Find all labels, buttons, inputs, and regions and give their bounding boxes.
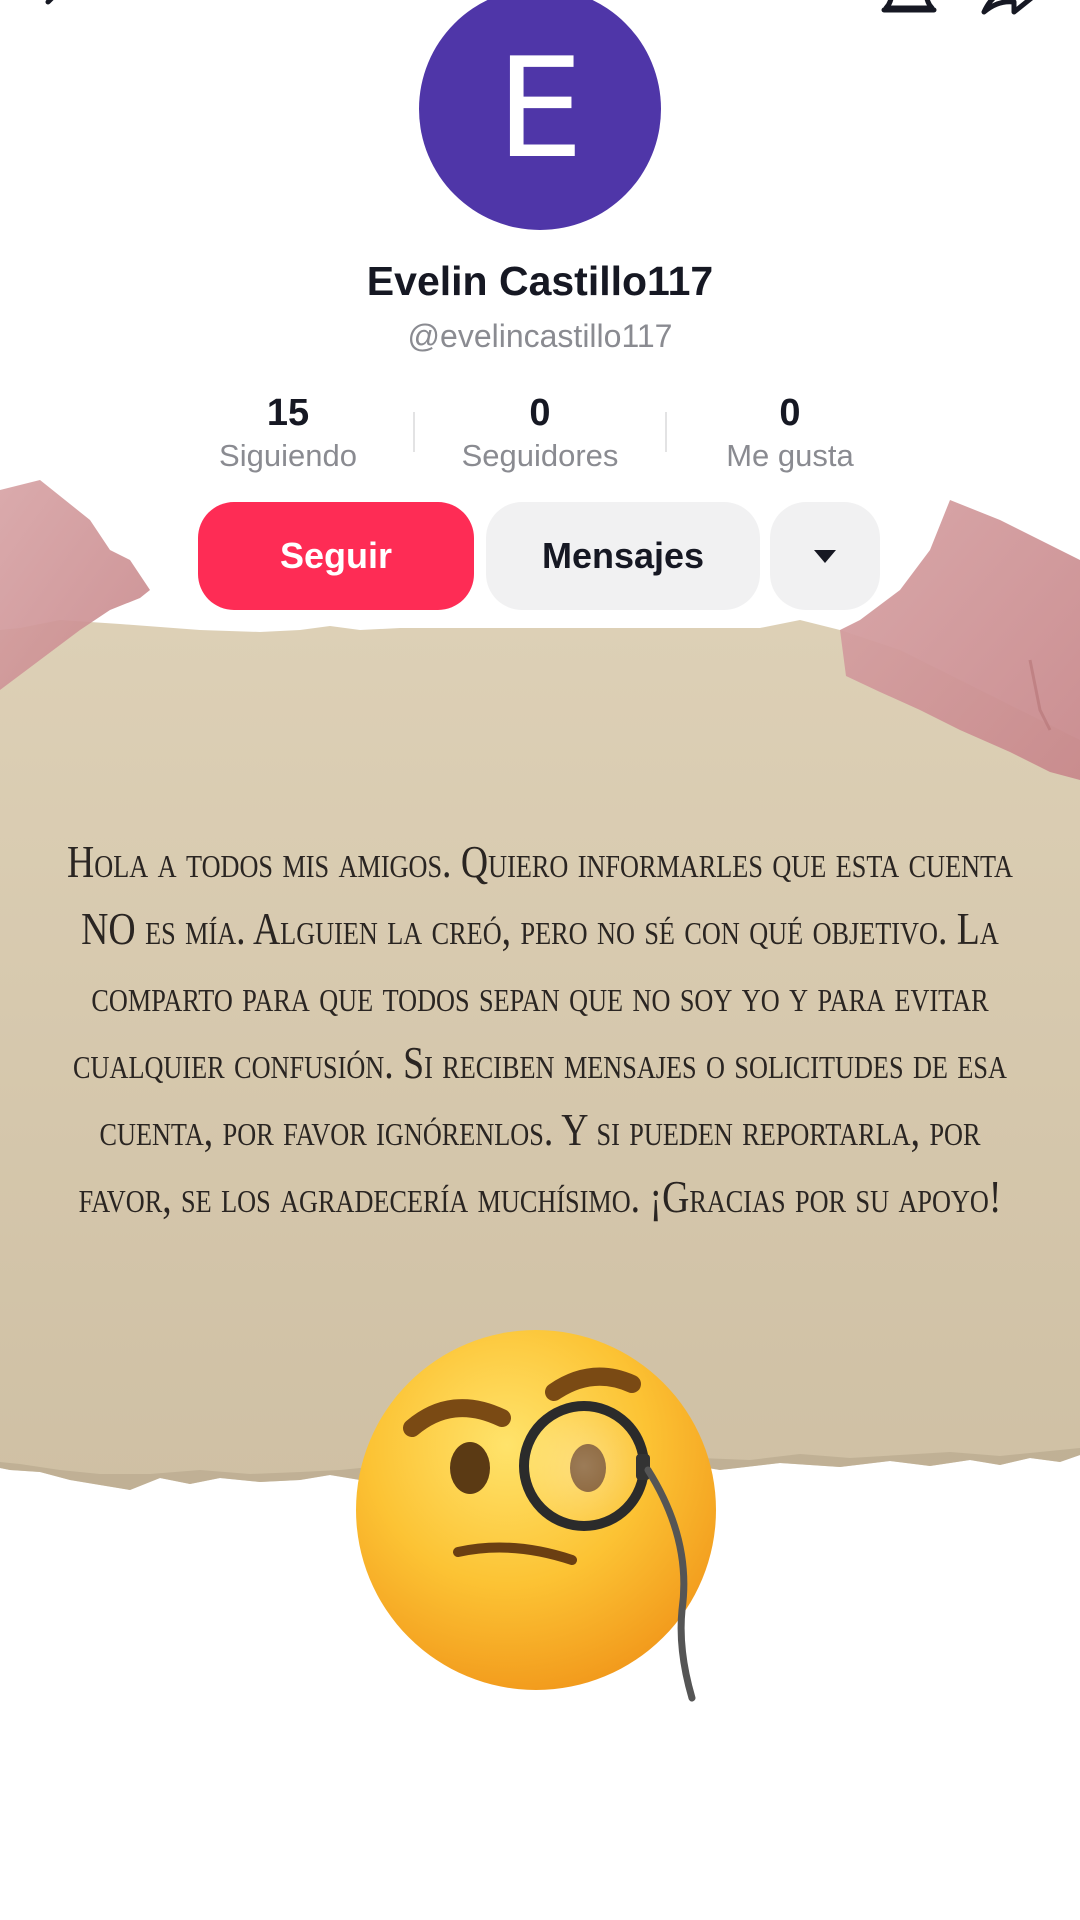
profile-page: E Evelin Castillo117 @evelincastillo117 … [0, 0, 1080, 1920]
display-name: Evelin Castillo117 [366, 258, 714, 304]
stat-label: Seguidores [461, 438, 619, 473]
face-with-monocle-icon [356, 1330, 716, 1702]
bell-icon[interactable] [878, 0, 940, 22]
stat-value: 0 [779, 392, 801, 434]
stat-label: Siguiendo [219, 438, 357, 473]
message-line: NO es mía. Alguien la creó, pero no sé c… [81, 903, 999, 954]
more-options-button[interactable] [770, 502, 880, 610]
post-message: Hola a todos mis amigos. Quiero informar… [67, 828, 1013, 1230]
messages-button[interactable]: Mensajes [486, 502, 760, 610]
stat-divider [413, 412, 415, 452]
stat-label: Me gusta [726, 438, 854, 473]
message-line: favor, se los agradecería muchísimo. ¡Gr… [78, 1171, 1002, 1222]
avatar[interactable]: E [419, 0, 661, 230]
stat-value: 0 [529, 392, 551, 434]
message-line: comparto para que todos sepan que no soy… [91, 970, 989, 1021]
stat-divider [665, 412, 667, 452]
stat-value: 15 [266, 392, 310, 434]
message-line: cualquier confusión. Si reciben mensajes… [73, 1037, 1007, 1088]
profile-actions: Seguir Mensajes [0, 502, 1080, 612]
share-icon[interactable] [978, 0, 1038, 22]
stat-following[interactable]: 15 Siguiendo [178, 390, 398, 476]
avatar-letter: E [496, 28, 584, 189]
follow-button[interactable]: Seguir [198, 502, 474, 610]
message-line: Hola a todos mis amigos. Quiero informar… [67, 836, 1013, 887]
stat-likes[interactable]: 0 Me gusta [680, 390, 900, 476]
username: @evelincastillo117 [407, 318, 673, 354]
stat-followers[interactable]: 0 Seguidores [430, 390, 650, 476]
profile-stats: 15 Siguiendo 0 Seguidores 0 Me gusta [0, 390, 1080, 480]
back-icon[interactable] [38, 0, 78, 22]
message-line: cuenta, por favor ignórenlos. Y si puede… [99, 1104, 981, 1155]
caret-down-icon [814, 550, 836, 563]
